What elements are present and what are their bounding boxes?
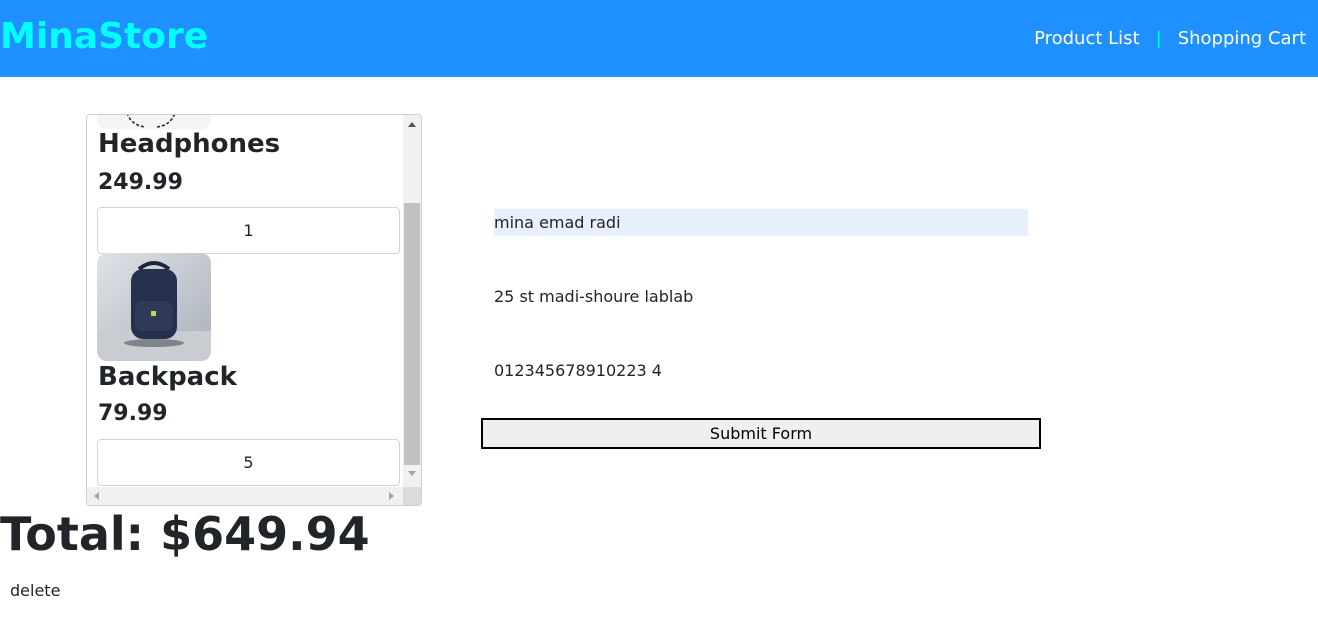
scroll-down-arrow-icon[interactable] [408,471,416,476]
scrollbar-thumb[interactable] [404,203,420,465]
nav-links: Product List | Shopping Cart [1034,27,1306,51]
headphones-image [97,115,211,129]
item-price: 249.99 [98,170,183,195]
scrollbar-corner [403,487,421,505]
delete-button[interactable]: delete [10,580,60,602]
quantity-input[interactable] [97,207,400,254]
brand-logo[interactable]: MinaStore [0,16,208,58]
name-field[interactable] [494,209,1028,236]
item-name: Headphones [98,129,281,159]
horizontal-scrollbar[interactable] [87,487,403,505]
scroll-right-arrow-icon[interactable] [389,492,394,500]
backpack-image [97,253,211,361]
quantity-input[interactable] [97,439,400,486]
scroll-up-arrow-icon[interactable] [408,122,416,127]
navbar: MinaStore Product List | Shopping Cart [0,0,1318,77]
address-field[interactable] [494,283,1028,310]
nav-separator: | [1155,28,1162,49]
item-name: Backpack [98,362,237,392]
cart-items-list: Headphones 249.99 Backpack [87,115,403,487]
submit-form-button[interactable]: Submit Form [481,418,1041,449]
nav-link-product-list[interactable]: Product List [1034,28,1140,49]
phone-field[interactable] [494,357,1028,384]
nav-link-shopping-cart[interactable]: Shopping Cart [1178,28,1306,49]
cart-total: Total: $649.94 [0,507,370,561]
item-price: 79.99 [98,401,168,426]
vertical-scrollbar[interactable] [403,115,421,487]
scroll-left-arrow-icon[interactable] [94,492,99,500]
cart-items-panel[interactable]: Headphones 249.99 Backpack [86,114,422,506]
